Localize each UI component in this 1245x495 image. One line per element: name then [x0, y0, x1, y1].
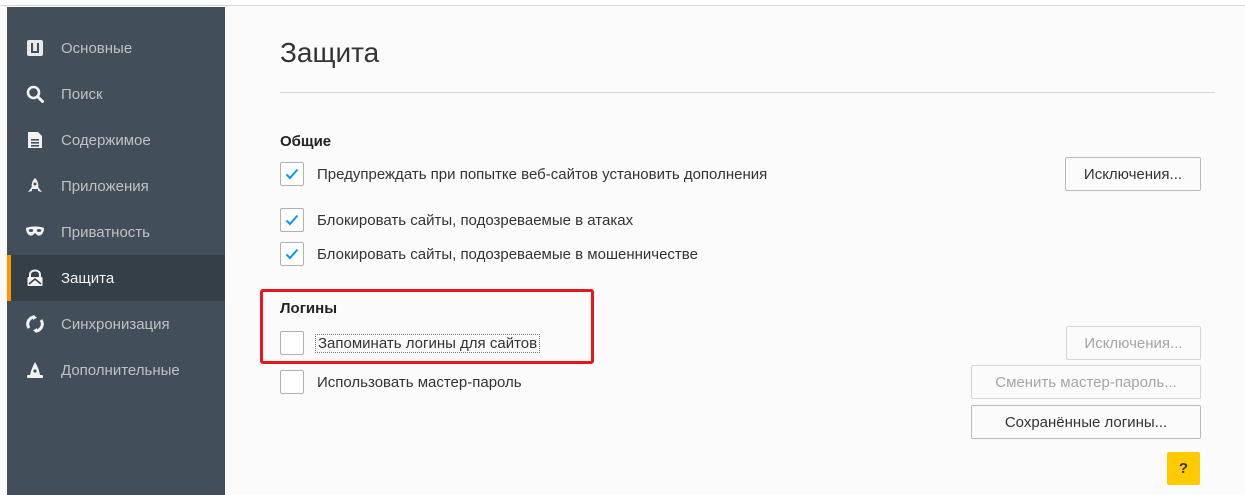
checkmark-icon	[285, 248, 299, 260]
saved-logins-button[interactable]: Сохранённые логины...	[971, 405, 1201, 439]
sidebar: Основные Поиск Содержимое Приложения При…	[0, 7, 225, 495]
rocket-icon	[25, 176, 45, 196]
block-fraud-label[interactable]: Блокировать сайты, подозреваемые в мошен…	[317, 246, 698, 263]
master-password-option[interactable]: Использовать мастер-пароль	[280, 369, 522, 395]
sidebar-item-content[interactable]: Содержимое	[7, 117, 225, 163]
main-panel: Защита Общие Предупреждать при попытке в…	[225, 7, 1245, 495]
block-attack-option[interactable]: Блокировать сайты, подозреваемые в атака…	[280, 207, 633, 233]
sidebar-item-general[interactable]: Основные	[7, 25, 225, 71]
sidebar-item-label: Приватность	[61, 223, 150, 241]
sync-icon	[25, 314, 45, 334]
block-attack-checkbox[interactable]	[280, 208, 304, 232]
master-password-label[interactable]: Использовать мастер-пароль	[317, 374, 522, 391]
sidebar-item-label: Синхронизация	[61, 315, 170, 333]
content-icon	[25, 130, 45, 150]
preferences-window: Основные Поиск Содержимое Приложения При…	[0, 0, 1245, 495]
warn-addons-checkbox[interactable]	[280, 162, 304, 186]
warn-addons-option[interactable]: Предупреждать при попытке веб-сайтов уст…	[280, 161, 767, 187]
sidebar-item-label: Приложения	[61, 177, 149, 195]
help-button[interactable]: ?	[1167, 452, 1200, 485]
block-fraud-checkbox[interactable]	[280, 242, 304, 266]
highlight-box	[260, 289, 594, 364]
warn-addons-label[interactable]: Предупреждать при попытке веб-сайтов уст…	[317, 166, 767, 183]
sidebar-item-label: Основные	[61, 39, 133, 57]
sidebar-item-privacy[interactable]: Приватность	[7, 209, 225, 255]
title-divider	[280, 92, 1215, 93]
sidebar-item-label: Защита	[61, 269, 115, 287]
change-master-password-button[interactable]: Сменить мастер-пароль...	[971, 365, 1201, 399]
master-password-checkbox[interactable]	[280, 370, 304, 394]
mask-icon	[25, 222, 45, 242]
sidebar-item-sync[interactable]: Синхронизация	[7, 301, 225, 347]
sidebar-item-label: Содержимое	[61, 131, 151, 149]
sidebar-item-advanced[interactable]: Дополнительные	[7, 347, 225, 393]
page-title: Защита	[280, 37, 380, 68]
block-fraud-option[interactable]: Блокировать сайты, подозреваемые в мошен…	[280, 241, 698, 267]
wizard-hat-icon	[25, 360, 45, 380]
top-border	[0, 0, 1245, 6]
sidebar-item-search[interactable]: Поиск	[7, 71, 225, 117]
sidebar-item-label: Поиск	[61, 85, 103, 103]
search-icon	[25, 84, 45, 104]
general-icon	[25, 38, 45, 58]
block-attack-label[interactable]: Блокировать сайты, подозреваемые в атака…	[317, 212, 633, 229]
checkmark-icon	[285, 168, 299, 180]
section-heading-general: Общие	[280, 133, 332, 150]
sidebar-item-applications[interactable]: Приложения	[7, 163, 225, 209]
sidebar-item-security[interactable]: Защита	[7, 255, 225, 301]
logins-exceptions-button[interactable]: Исключения...	[1066, 326, 1201, 360]
addons-exceptions-button[interactable]: Исключения...	[1065, 157, 1201, 191]
checkmark-icon	[285, 214, 299, 226]
lock-icon	[25, 268, 45, 288]
sidebar-item-label: Дополнительные	[61, 361, 180, 379]
